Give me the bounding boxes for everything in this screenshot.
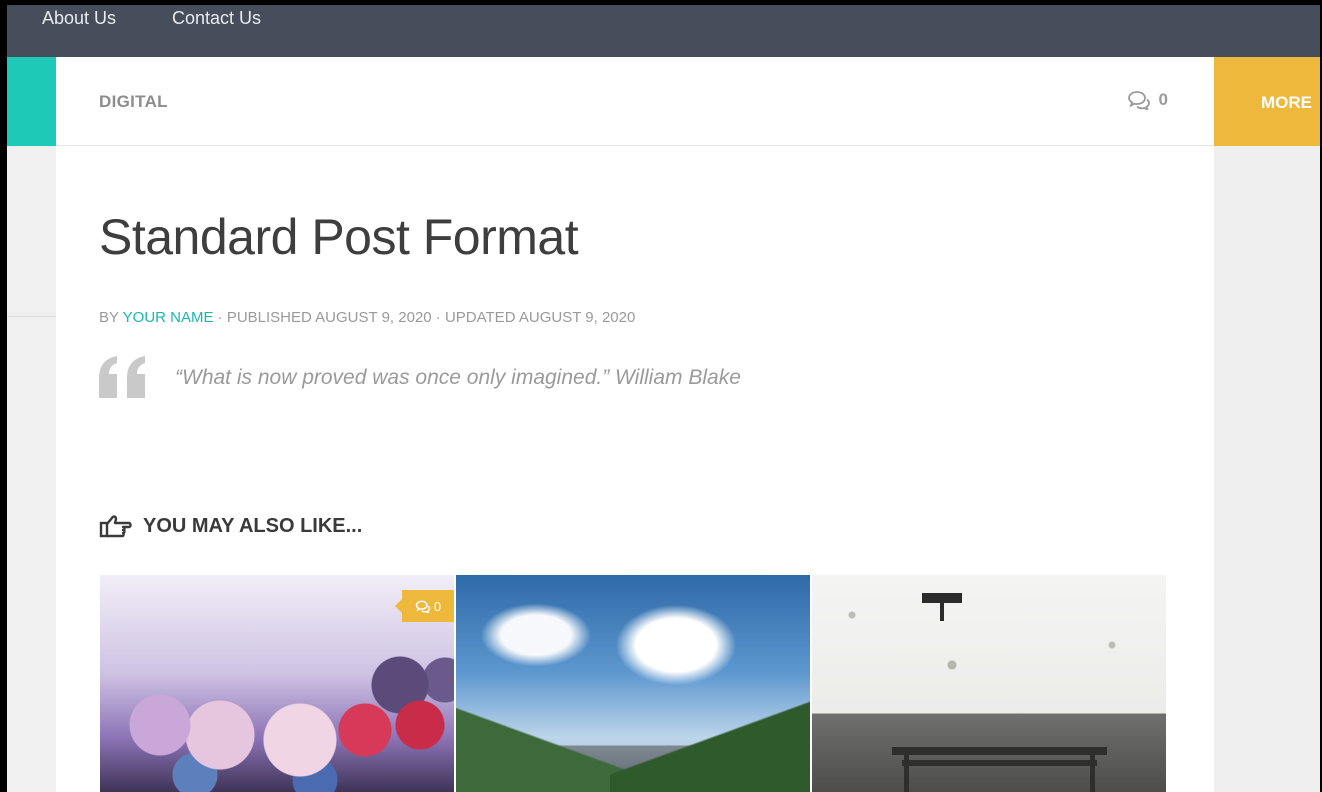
hand-point-right-icon <box>99 515 132 538</box>
bench-leg-image <box>1090 755 1095 792</box>
top-navigation: About Us Contact Us <box>7 5 1320 57</box>
post-title: Standard Post Format <box>99 209 579 265</box>
comment-count-link[interactable]: 0 <box>1127 90 1168 110</box>
comment-count: 0 <box>1158 90 1168 109</box>
anchor-sign-image <box>922 593 962 621</box>
quote-icon <box>99 356 145 398</box>
comments-icon <box>415 600 431 613</box>
post-quote: “What is now proved was once only imagin… <box>175 366 741 389</box>
more-label: MORE <box>1261 93 1312 112</box>
related-post-thumbnail-road[interactable] <box>456 575 810 792</box>
window-frame-left <box>0 0 7 792</box>
left-sidebar-divider <box>7 316 56 317</box>
related-post-thumbnail-bench[interactable] <box>812 575 1166 792</box>
author-link[interactable]: YOUR NAME <box>123 309 214 326</box>
related-posts-grid: 0 <box>100 575 1167 792</box>
post-byline: BY YOUR NAME · PUBLISHED AUGUST 9, 2020 … <box>99 309 635 326</box>
nav-link-contact-us[interactable]: Contact Us <box>172 8 261 29</box>
more-sidebar-toggle[interactable]: MORE <box>1214 57 1320 146</box>
comments-icon <box>1127 91 1150 110</box>
right-sidebar-collapsed <box>1214 146 1320 792</box>
bench-rail-image <box>902 760 1097 766</box>
sidebar-toggle-teal[interactable] <box>7 57 56 146</box>
thumbnail-comment-badge[interactable]: 0 <box>395 590 454 622</box>
byline-prefix: BY <box>99 309 123 326</box>
related-heading-text: YOU MAY ALSO LIKE... <box>143 514 363 537</box>
bench-seat-image <box>892 747 1107 755</box>
post-content: Standard Post Format BY YOUR NAME · PUBL… <box>56 146 1214 792</box>
left-sidebar-collapsed <box>7 146 56 792</box>
bench-leg-image <box>904 755 909 792</box>
post-category-bar: DIGITAL 0 <box>56 57 1214 146</box>
related-post-thumbnail-berries[interactable]: 0 <box>100 575 454 792</box>
byline-dates: · PUBLISHED AUGUST 9, 2020 · UPDATED AUG… <box>213 309 636 326</box>
nav-link-about-us[interactable]: About Us <box>42 8 116 29</box>
related-posts-heading: YOU MAY ALSO LIKE... <box>99 514 362 538</box>
thumbnail-comment-count: 0 <box>433 598 442 614</box>
category-link[interactable]: DIGITAL <box>99 92 168 112</box>
